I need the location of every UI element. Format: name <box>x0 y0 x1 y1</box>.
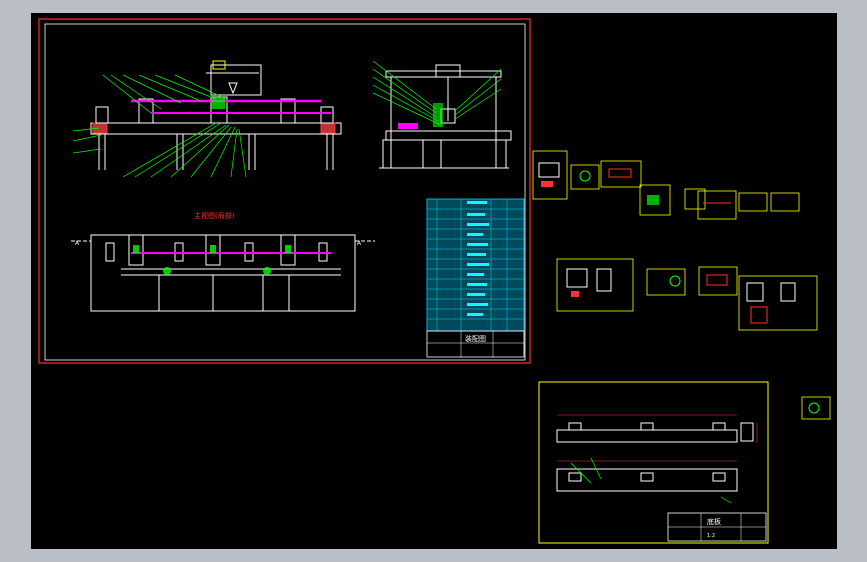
main-title-text: 装配图 <box>465 334 486 343</box>
section-caption: 主视图(局部) <box>194 211 235 220</box>
detail-drawing-6[interactable] <box>697 190 737 220</box>
front-gripper-highlight <box>211 97 225 109</box>
detail-drawing-1[interactable] <box>532 150 568 200</box>
cad-drawing-canvas[interactable]: 主视图(局部) A A 装配图 底板 1:2 <box>31 13 837 549</box>
main-title-block[interactable]: 装配图 <box>426 330 525 358</box>
detail-drawing-12[interactable] <box>801 396 831 420</box>
detail-drawing-3[interactable] <box>600 160 642 188</box>
detail-drawing-11[interactable] <box>738 275 818 331</box>
detail-drawings[interactable] <box>532 150 831 420</box>
part-title-block[interactable]: 底板 1:2 <box>667 512 767 542</box>
part-section-view <box>556 468 738 492</box>
part-scale-text: 1:2 <box>707 533 715 539</box>
detail-drawing-7[interactable] <box>738 192 800 212</box>
part-sheet-frame <box>538 381 769 544</box>
part-plan-view <box>556 422 754 443</box>
part-dimension-lines <box>557 414 758 462</box>
detail-drawing-10[interactable] <box>698 266 738 296</box>
section-view <box>71 234 375 312</box>
section-gripper-highlights <box>133 245 291 275</box>
detail-drawing-5[interactable] <box>684 188 706 210</box>
main-sheet[interactable]: 主视图(局部) A A 装配图 <box>38 18 531 364</box>
part-title-text: 底板 <box>707 517 721 526</box>
detail-drawing-9[interactable] <box>646 268 686 296</box>
side-part-highlight <box>398 123 418 129</box>
detail-drawing-2[interactable] <box>570 164 600 190</box>
part-sheet[interactable]: 底板 1:2 <box>538 381 769 544</box>
cad-viewport[interactable]: 主视图(局部) A A 装配图 底板 1:2 <box>31 13 837 549</box>
detail-drawing-4[interactable] <box>639 184 671 216</box>
parts-list-table[interactable] <box>426 198 525 332</box>
detail-drawing-8[interactable] <box>556 258 634 312</box>
